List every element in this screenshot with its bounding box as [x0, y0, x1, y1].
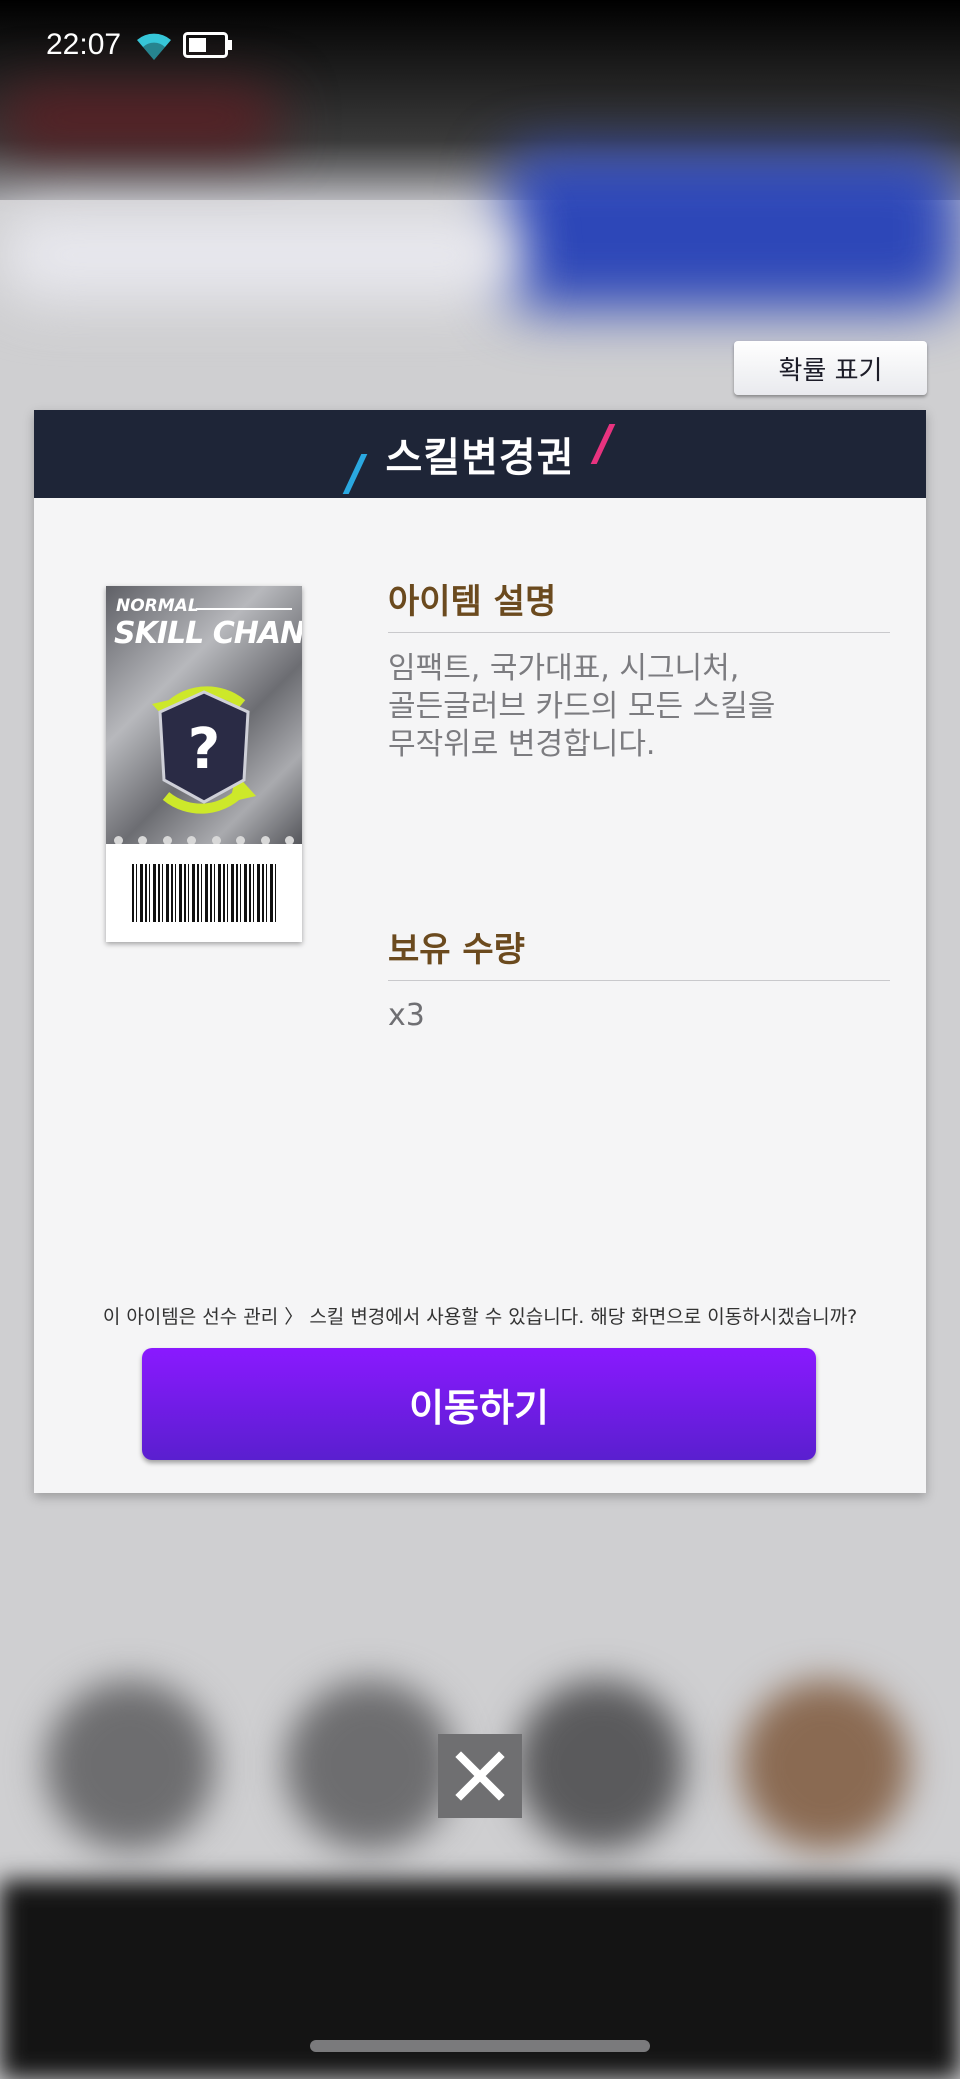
description-line: 임팩트, 국가대표, 시그니처, — [388, 651, 740, 686]
go-button[interactable]: 이동하기 — [142, 1348, 816, 1460]
barcode — [132, 864, 276, 922]
item-description: 임팩트, 국가대표, 시그니처, 골든글러브 카드의 모든 스킬을 무작위로 변… — [388, 650, 878, 764]
header-decoration-cyan — [342, 454, 368, 494]
header-decoration-pink — [590, 424, 616, 464]
battery-icon — [183, 32, 232, 58]
card-name-label: SKILL CHANGE — [114, 616, 302, 651]
item-info-modal: 스킬변경권 NORMAL SKILL CHANGE ? 아이템 설명 임팩트, … — [34, 410, 926, 1493]
quantity-title: 보유 수량 — [388, 930, 525, 970]
description-divider — [388, 632, 890, 633]
close-button[interactable] — [438, 1734, 522, 1818]
card-emblem-symbol: ? — [188, 717, 220, 782]
usage-notice: 이 아이템은 선수 관리 〉 스킬 변경에서 사용할 수 있습니다. 해당 화면… — [102, 1306, 858, 1328]
status-bar: 22:07 — [0, 0, 960, 92]
probability-button[interactable]: 확률 표기 — [734, 341, 927, 395]
description-title: 아이템 설명 — [388, 582, 557, 622]
close-icon — [455, 1751, 505, 1801]
item-card-image: NORMAL SKILL CHANGE ? — [106, 586, 302, 942]
modal-header: 스킬변경권 — [34, 410, 926, 498]
skill-change-emblem-icon: ? — [152, 686, 256, 814]
description-line: 무작위로 변경합니다. — [388, 727, 656, 762]
status-time: 22:07 — [46, 28, 122, 61]
quantity-value: x3 — [388, 998, 425, 1033]
description-line: 골든글러브 카드의 모든 스킬을 — [388, 689, 776, 724]
modal-title: 스킬변경권 — [385, 435, 575, 481]
home-indicator[interactable] — [310, 2040, 650, 2052]
wifi-icon — [137, 33, 171, 60]
card-tier-label: NORMAL — [116, 596, 199, 616]
quantity-divider — [388, 980, 890, 981]
